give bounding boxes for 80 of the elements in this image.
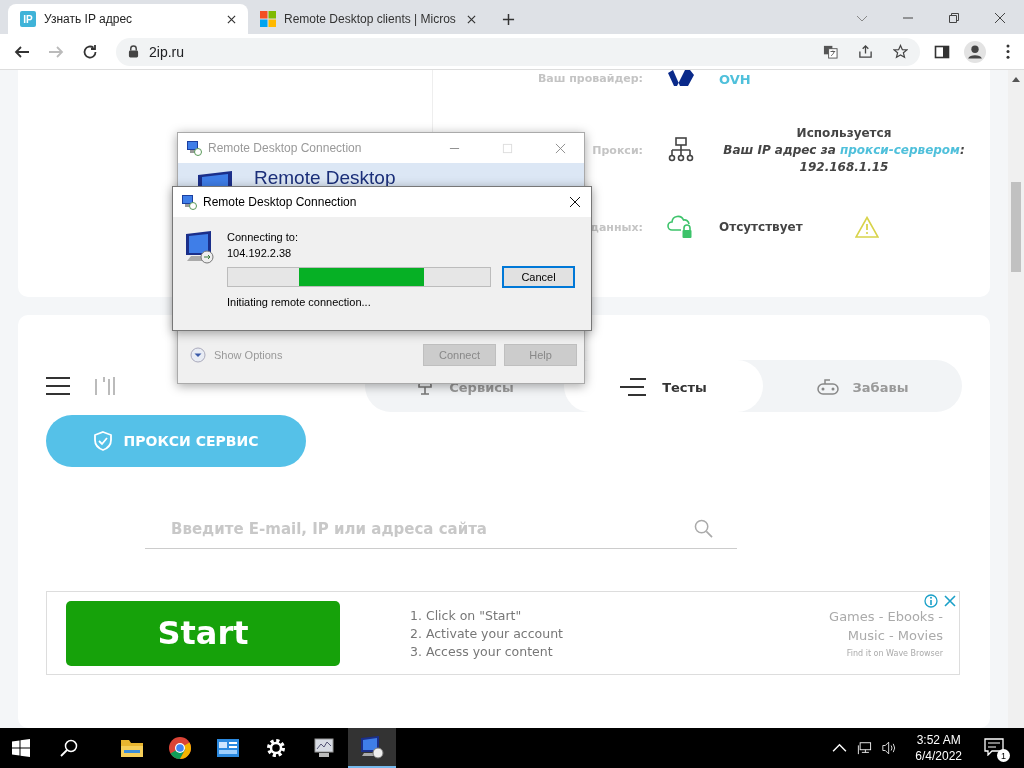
- provider-name: OVH: [719, 71, 751, 87]
- translate-icon[interactable]: [823, 44, 838, 59]
- shield-icon: [93, 431, 112, 451]
- remote-desktop-icon: [181, 194, 197, 210]
- close-tab-icon[interactable]: [467, 14, 476, 24]
- gear-icon: [265, 737, 287, 759]
- dialog-button[interactable]: Help: [504, 344, 577, 366]
- nav-tab[interactable]: Тесты: [564, 360, 763, 412]
- nav-tab[interactable]: Забавы: [763, 360, 962, 412]
- new-tab-icon[interactable]: [502, 13, 515, 26]
- computer-icon: [185, 231, 217, 265]
- star-icon[interactable]: [893, 44, 908, 59]
- restore-icon[interactable]: [948, 12, 960, 24]
- side-panel-icon[interactable]: [934, 43, 950, 60]
- start-icon[interactable]: [12, 739, 30, 757]
- back-icon[interactable]: [14, 43, 30, 60]
- site-favicon: IP: [20, 11, 36, 27]
- tab-title: Узнать IP адрес: [44, 12, 134, 26]
- ad-step: 2. Activate your account: [410, 625, 563, 641]
- close-icon[interactable]: [569, 196, 581, 208]
- dialog-button[interactable]: Connect: [423, 344, 496, 366]
- proxy-link[interactable]: прокси-сервером: [839, 143, 960, 157]
- volume-icon[interactable]: [882, 741, 898, 755]
- scroll-up-icon[interactable]: [1012, 77, 1020, 82]
- remote-address: 104.192.2.38: [227, 246, 293, 261]
- show-options-link[interactable]: Show Options: [214, 349, 283, 361]
- ad-tagline: Games - Ebooks -: [829, 608, 943, 624]
- start-button[interactable]: Start: [66, 600, 340, 666]
- taskbar-app[interactable]: [348, 728, 396, 768]
- data-status: Отсутствует: [719, 220, 803, 234]
- info-icon[interactable]: [924, 594, 938, 608]
- proxy-status: Используется: [796, 126, 892, 140]
- expand-icon[interactable]: [190, 347, 206, 363]
- folder-icon: [120, 737, 144, 759]
- notification-count: 1: [997, 749, 1010, 762]
- close-icon[interactable]: [994, 12, 1006, 24]
- ad-source: Find it on Wave Browser: [846, 648, 943, 658]
- connection-status: Initiating remote connection...: [227, 295, 372, 310]
- browser-tab[interactable]: IP Узнать IP адрес: [8, 4, 248, 34]
- info-label: данных:: [590, 220, 643, 234]
- tab-title: Remote Desktop clients | Micros: [284, 12, 457, 26]
- chevron-up-icon[interactable]: [832, 741, 848, 755]
- proxy-note: Ваш IP адрес за прокси-сервером:: [723, 143, 965, 157]
- info-label: Ваш провайдер:: [537, 71, 643, 85]
- share-icon[interactable]: [858, 44, 873, 59]
- browser-icon: [168, 736, 192, 760]
- four-squares-icon: [260, 11, 276, 27]
- cancel-button[interactable]: Cancel: [502, 266, 575, 288]
- lock-icon[interactable]: [128, 45, 139, 58]
- gamepad-icon: [816, 378, 839, 396]
- remote-desktop-icon: [359, 735, 385, 759]
- window-title: Remote Desktop Connection: [208, 141, 362, 155]
- profile-icon[interactable]: [964, 40, 986, 63]
- lines-icon: [620, 378, 649, 396]
- address-field[interactable]: 2ip.ru: [149, 43, 185, 60]
- provider-logo-icon: [668, 70, 694, 87]
- reload-icon[interactable]: [82, 43, 98, 60]
- ad-step: 3. Access your content: [410, 643, 563, 659]
- close-tab-icon[interactable]: [227, 14, 236, 24]
- remote-desktop-icon: [186, 140, 202, 156]
- network-icon[interactable]: [857, 741, 873, 755]
- menu-icon[interactable]: [1006, 44, 1010, 59]
- scrollbar[interactable]: [1008, 70, 1024, 728]
- clock-date[interactable]: 6/4/2022: [915, 748, 962, 764]
- ad-step: 1. Click on "Start": [410, 607, 563, 623]
- ip-address: 192.168.1.15: [799, 160, 889, 174]
- scroll-thumb[interactable]: [1011, 182, 1021, 272]
- connecting-label: Connecting to:: [227, 230, 299, 245]
- network-tree-icon: [668, 137, 694, 163]
- window-panel-icon: [216, 737, 240, 759]
- browser-tab[interactable]: Remote Desktop clients | Micros: [248, 4, 488, 34]
- cloud-lock-icon: [667, 214, 695, 240]
- ad-tagline: Music - Movies: [847, 627, 943, 643]
- info-label: Прокси:: [592, 143, 643, 157]
- menu-icon[interactable]: [46, 377, 70, 395]
- search-icon[interactable]: [60, 739, 78, 757]
- window-title: Remote Desktop Connection: [203, 195, 357, 209]
- clock-time[interactable]: 3:52 AM: [916, 732, 961, 748]
- monitor-chart-icon: [312, 737, 336, 759]
- proxy-service-button[interactable]: ПРОКСИ СЕРВИС: [46, 415, 306, 467]
